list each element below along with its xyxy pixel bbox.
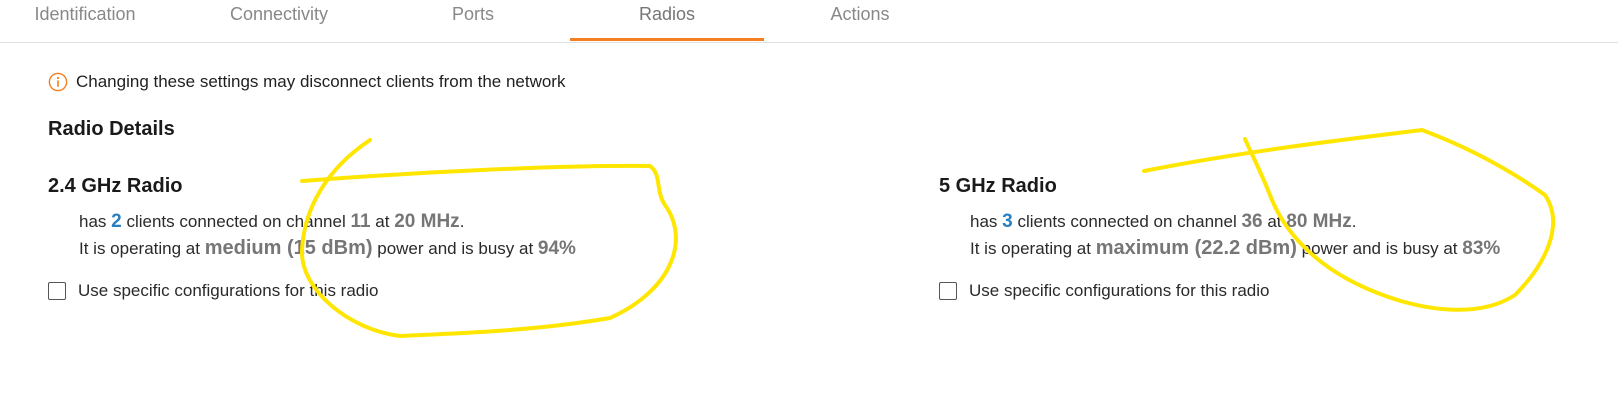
radio-5-busy: 83% — [1462, 238, 1501, 259]
tab-actions[interactable]: Actions — [810, 0, 910, 42]
tab-radios[interactable]: Radios — [570, 0, 764, 42]
radio-24-clients-line: has 2 clients connected on channel 11 at… — [79, 211, 465, 232]
checkbox-label: Use specific configurations for this rad… — [78, 281, 379, 300]
radio-24-power: medium (15 dBm) — [204, 237, 373, 259]
checkbox-box[interactable] — [48, 282, 66, 300]
radio-5-specific-config-checkbox[interactable]: Use specific configurations for this rad… — [939, 281, 1269, 301]
radio-24-clients-count: 2 — [111, 211, 122, 232]
tab-label: Actions — [830, 4, 890, 24]
info-icon — [48, 72, 68, 92]
tab-ports[interactable]: Ports — [432, 0, 514, 42]
checkbox-label: Use specific configurations for this rad… — [969, 281, 1270, 300]
tab-bar: Identification Connectivity Ports Radios… — [0, 0, 1618, 43]
tab-identification[interactable]: Identification — [20, 0, 150, 42]
radio-5-power-line: It is operating at maximum (22.2 dBm) po… — [970, 237, 1501, 259]
radio-5-clients-line: has 3 clients connected on channel 36 at… — [970, 211, 1357, 232]
radio-24-specific-config-checkbox[interactable]: Use specific configurations for this rad… — [48, 281, 378, 301]
radio-5-power: maximum (22.2 dBm) — [1095, 237, 1297, 259]
warning-message: Changing these settings may disconnect c… — [48, 72, 565, 92]
radio-5-title: 5 GHz Radio — [939, 175, 1057, 197]
tab-label: Ports — [451, 4, 494, 24]
active-tab-indicator — [570, 38, 764, 41]
tab-label: Identification — [34, 4, 136, 24]
warning-text: Changing these settings may disconnect c… — [76, 72, 566, 91]
tab-connectivity[interactable]: Connectivity — [212, 0, 346, 42]
radio-24-title: 2.4 GHz Radio — [48, 175, 183, 197]
radio-24-channel-width: 20 MHz — [394, 211, 460, 232]
section-title: Radio Details — [48, 118, 175, 140]
annotation-overlay — [299, 128, 1555, 338]
radio-5-channel-width: 80 MHz — [1286, 211, 1352, 232]
radio-5-clients-count: 3 — [1002, 211, 1013, 232]
radio-24-power-line: It is operating at medium (15 dBm) power… — [79, 237, 576, 259]
tab-label: Radios — [638, 4, 696, 24]
radio-5-channel: 36 — [1241, 211, 1263, 232]
radio-24-channel: 11 — [350, 211, 371, 232]
tab-label: Connectivity — [229, 4, 329, 24]
checkbox-box[interactable] — [939, 282, 957, 300]
radio-24-busy: 94% — [537, 238, 576, 259]
